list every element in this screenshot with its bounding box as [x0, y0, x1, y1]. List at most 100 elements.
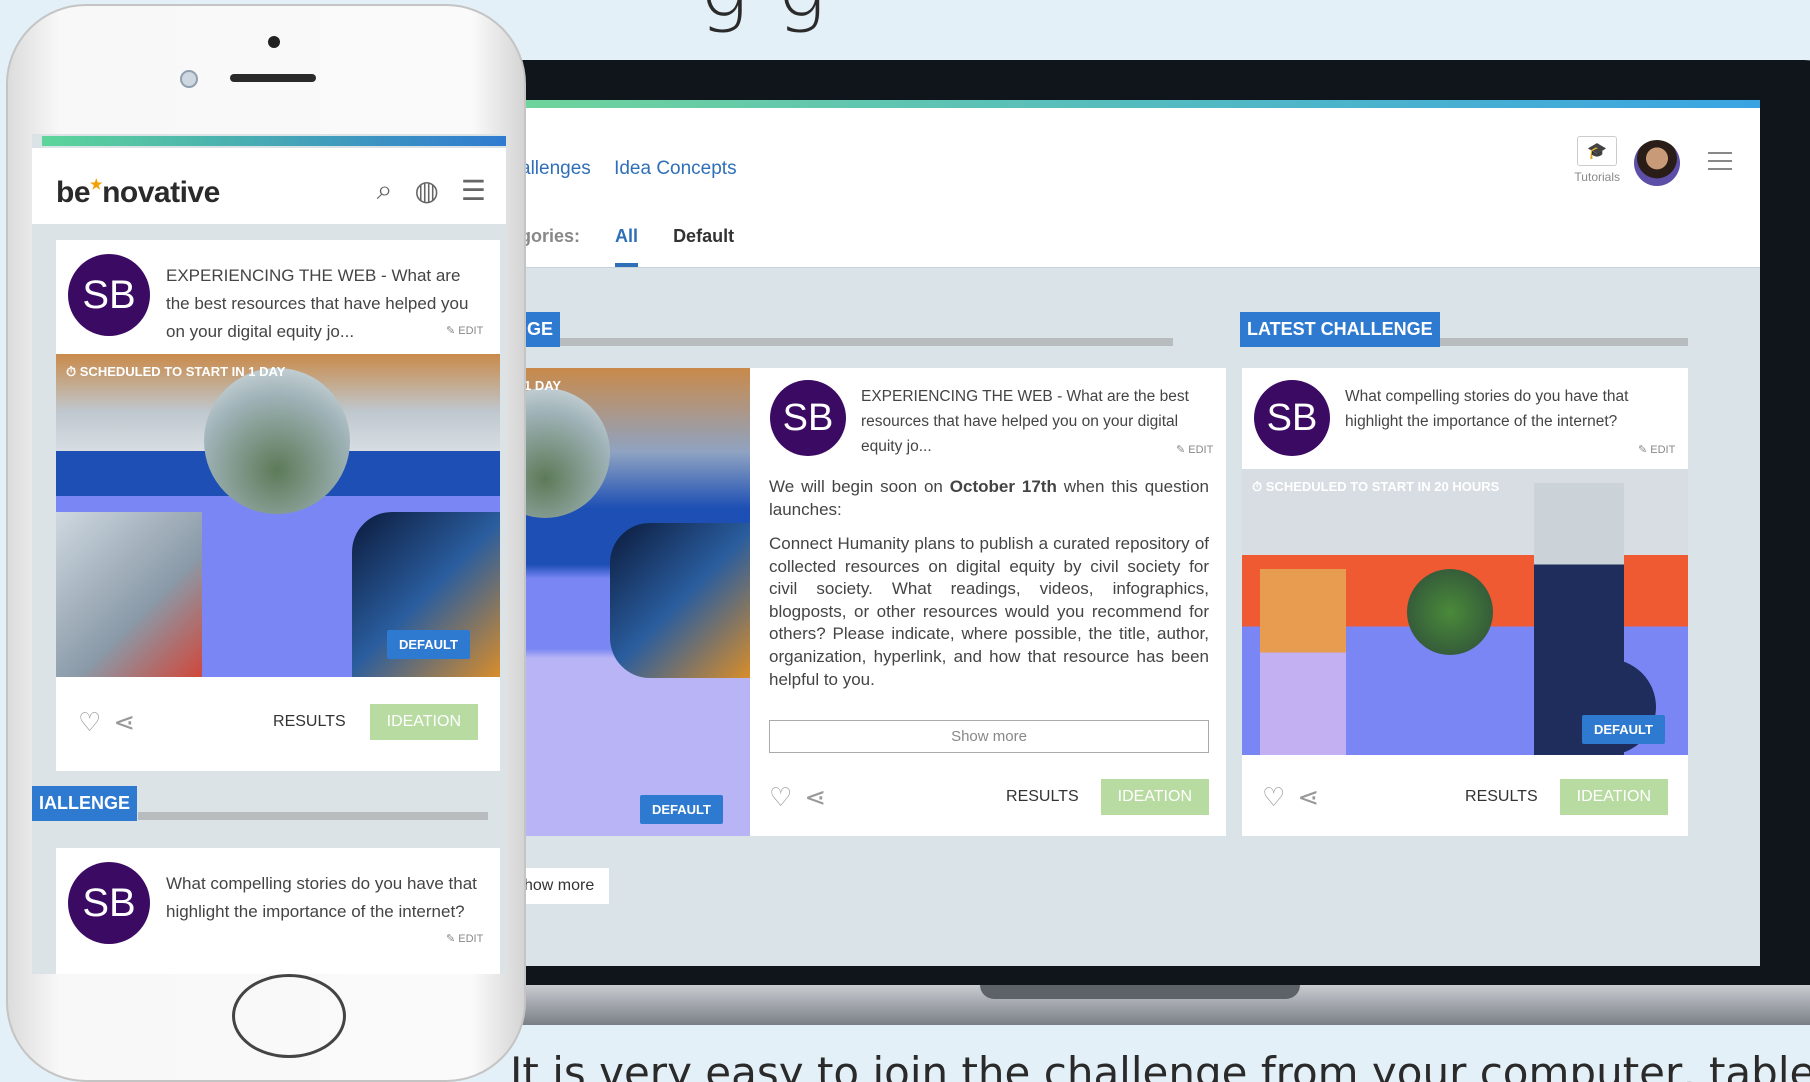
city-photo	[610, 523, 750, 678]
ideation-button[interactable]: IDEATION	[1559, 779, 1668, 815]
ideation-button[interactable]: IDEATION	[369, 704, 478, 740]
card-title[interactable]: What compelling stories do you have that…	[166, 870, 486, 926]
schedule-text: SCHEDULED TO START IN 1 DAY	[79, 364, 286, 379]
schedule-label: ⏱ SCHEDULED TO START IN 1 DAY	[66, 364, 285, 380]
schedule-label: 1 DAY	[524, 378, 562, 393]
nav-challenges[interactable]: allenges	[520, 158, 591, 179]
card-actions: ♡ ⋖ RESULTS IDEATION	[1262, 779, 1668, 815]
categories-label: gories:	[520, 226, 581, 246]
logo-text-b: novative	[102, 176, 220, 209]
section-divider	[560, 338, 1173, 346]
pencil-icon: ✎	[446, 933, 459, 945]
category-tabs: gories: All Default	[520, 226, 734, 267]
heart-icon[interactable]: ♡	[1262, 782, 1285, 813]
edit-link[interactable]: ✎ EDIT	[446, 932, 483, 945]
launch-date: October 17th	[949, 477, 1057, 496]
results-link[interactable]: RESULTS	[273, 713, 346, 731]
pencil-icon: ✎	[1638, 444, 1651, 456]
share-icon[interactable]: ⋖	[113, 707, 135, 738]
schedule-label: ⏱ SCHEDULED TO START IN 20 HOURS	[1252, 479, 1499, 495]
challenge-banner-image: ⏱ SCHEDULED TO START IN 1 DAY DEFAULT	[56, 354, 500, 677]
card-actions: ♡ ⋖ RESULTS IDEATION	[78, 704, 478, 740]
star-icon: ★	[90, 176, 103, 192]
ideation-button[interactable]: IDEATION	[1100, 779, 1209, 815]
photo-globe	[1407, 569, 1493, 655]
avatar[interactable]	[1634, 140, 1680, 186]
card-intro: We will begin soon on October 17th when …	[769, 476, 1209, 521]
card-title[interactable]: EXPERIENCING THE WEB - What are the best…	[166, 262, 486, 346]
results-link[interactable]: RESULTS	[1465, 788, 1538, 806]
river-photo	[520, 388, 610, 518]
card-actions: ♡ ⋖ RESULTS IDEATION	[769, 779, 1209, 815]
menu-icon[interactable]	[1708, 152, 1732, 176]
pencil-icon: ✎	[446, 325, 459, 337]
timer-icon: ⏱	[66, 364, 80, 379]
timer-icon: ⏱	[1252, 479, 1266, 494]
globe-icon[interactable]: ◍	[414, 174, 438, 207]
search-icon[interactable]: ⌕	[377, 174, 393, 207]
challenge-card-latest[interactable]: SB What compelling stories do you have t…	[1242, 368, 1688, 836]
logo-text-a: be	[56, 176, 91, 209]
accent-bar	[42, 136, 506, 146]
phone-screen: be★novative ⌕ ◍ ☰ SB EXPERIENCING THE WE…	[32, 134, 506, 974]
accent-bar	[520, 100, 1760, 108]
home-button[interactable]	[232, 974, 346, 1058]
section-label-latest: LATEST CHALLENGE	[1240, 312, 1440, 347]
page-heading: g g	[700, 0, 827, 35]
laptop-screen: allenges Idea Concepts gories: All Defau…	[520, 100, 1760, 966]
speaker	[230, 74, 316, 82]
nav-links: allenges Idea Concepts	[520, 158, 755, 180]
challenge-banner-image: 1 DAY DEFAULT	[520, 368, 750, 836]
share-icon[interactable]: ⋖	[804, 782, 826, 813]
challenge-card-mobile-2[interactable]: SB What compelling stories do you have t…	[56, 848, 500, 974]
results-link[interactable]: RESULTS	[1006, 788, 1079, 806]
heart-icon[interactable]: ♡	[78, 707, 101, 738]
avatar-initials: SB	[770, 380, 846, 456]
card-description: Connect Humanity plans to publish a cura…	[769, 534, 1209, 689]
heart-icon[interactable]: ♡	[769, 782, 792, 813]
show-more-button[interactable]: Show more	[769, 720, 1209, 753]
tutorials-button[interactable]: 🎓 Tutorials	[1574, 136, 1620, 184]
intro-text: We will begin soon on	[769, 477, 950, 496]
tab-default[interactable]: Default	[673, 226, 734, 263]
challenge-card-main[interactable]: 1 DAY DEFAULT SB EXPERIENCING THE WEB - …	[520, 368, 1226, 836]
page-caption: It is very easy to join the challenge fr…	[510, 1048, 1810, 1082]
challenge-card-mobile[interactable]: SB EXPERIENCING THE WEB - What are the b…	[56, 240, 500, 771]
schedule-text: SCHEDULED TO START IN 20 HOURS	[1265, 479, 1500, 494]
benovative-logo[interactable]: be★novative	[56, 176, 220, 210]
edit-link[interactable]: ✎ EDIT	[446, 324, 483, 337]
share-icon[interactable]: ⋖	[1297, 782, 1319, 813]
edit-label: EDIT	[458, 933, 484, 945]
section-label-latest: IALLENGE	[32, 786, 138, 821]
tab-all[interactable]: All	[615, 226, 639, 267]
app-header: allenges Idea Concepts gories: All Defau…	[520, 108, 1760, 268]
sensor	[180, 70, 198, 88]
laptop-notch	[980, 985, 1300, 999]
header-icons: ⌕ ◍ ☰	[377, 174, 486, 207]
section-label-challenge: GE	[520, 312, 561, 347]
mobile-header: be★novative ⌕ ◍ ☰	[32, 148, 506, 224]
edit-link[interactable]: ✎ EDIT	[1638, 443, 1675, 456]
default-badge: DEFAULT	[640, 795, 723, 824]
edit-link[interactable]: ✎ EDIT	[1176, 443, 1213, 456]
photo-person	[1260, 569, 1346, 755]
pencil-icon: ✎	[1176, 444, 1189, 456]
section-divider	[138, 812, 488, 820]
edit-label: EDIT	[458, 325, 484, 337]
river-photo	[204, 368, 350, 514]
default-badge: DEFAULT	[1582, 715, 1665, 744]
default-badge: DEFAULT	[387, 630, 470, 659]
show-more-challenges-button[interactable]: how more	[520, 868, 610, 904]
tutorials-label: Tutorials	[1574, 170, 1620, 184]
graduation-cap-icon: 🎓	[1577, 136, 1618, 166]
phone-frame: be★novative ⌕ ◍ ☰ SB EXPERIENCING THE WE…	[6, 4, 526, 1082]
front-camera	[268, 36, 280, 48]
card-title[interactable]: What compelling stories do you have that…	[1345, 384, 1665, 434]
card-title[interactable]: EXPERIENCING THE WEB - What are the best…	[861, 384, 1206, 459]
avatar-initials: SB	[68, 254, 150, 336]
menu-icon[interactable]: ☰	[461, 174, 486, 207]
avatar-initials: SB	[68, 862, 150, 944]
edit-label: EDIT	[1650, 444, 1676, 456]
nav-idea-concepts[interactable]: Idea Concepts	[614, 158, 737, 179]
edit-label: EDIT	[1188, 444, 1214, 456]
